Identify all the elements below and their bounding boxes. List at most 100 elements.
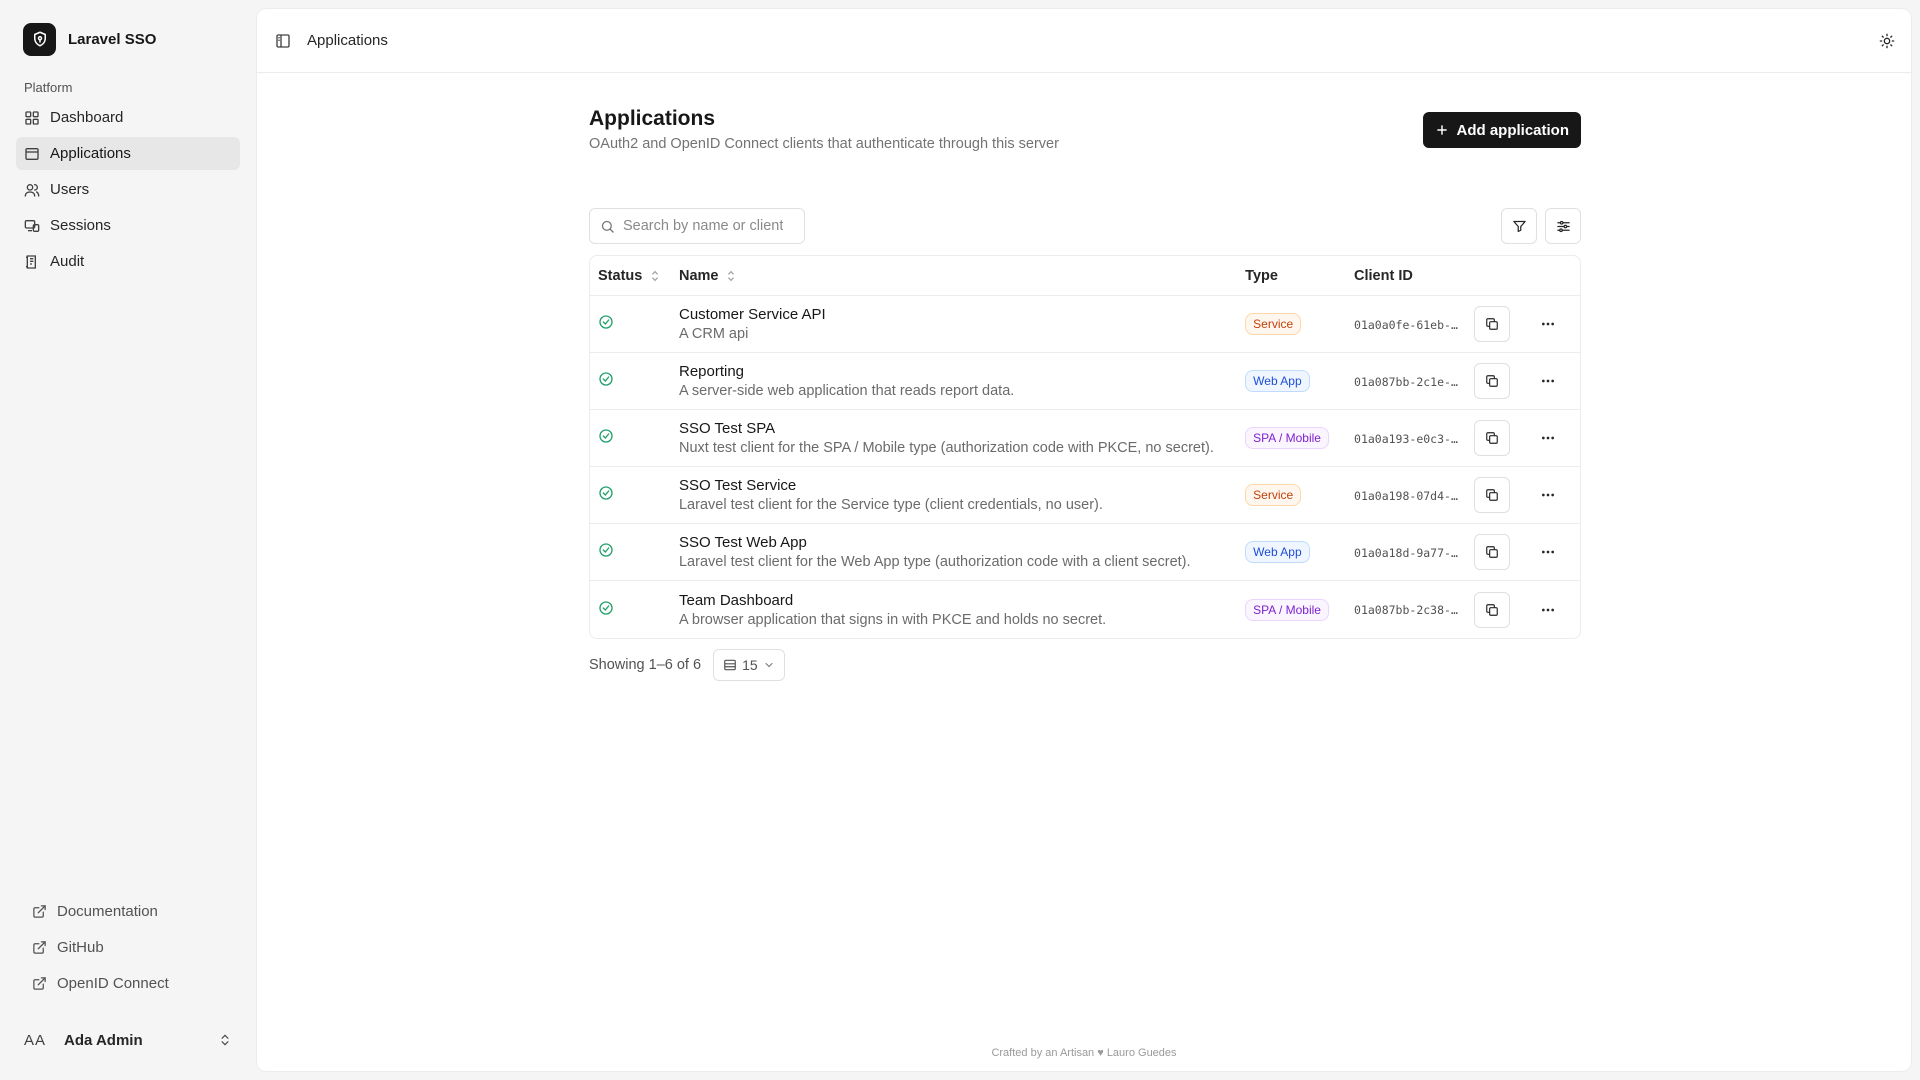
openid-connect-link[interactable]: OpenID Connect [16, 967, 240, 1000]
check-circle-icon [599, 315, 613, 329]
external-link-icon [33, 977, 46, 990]
type-badge: SPA / Mobile [1245, 427, 1329, 449]
actions-cell [1521, 524, 1580, 581]
copy-icon [1486, 546, 1498, 558]
search-input[interactable] [623, 218, 783, 234]
row-actions-button[interactable] [1530, 306, 1566, 342]
table-row[interactable]: SSO Test Service Laravel test client for… [590, 467, 1580, 524]
sidebar-item-applications[interactable]: Applications [16, 137, 240, 170]
users-icon [24, 183, 40, 197]
name-cell: SSO Test Service Laravel test client for… [670, 467, 1238, 524]
client-id-cell: 01a0a198-07d4-… [1346, 467, 1466, 524]
sliders-icon [1556, 220, 1570, 232]
sidebar-item-users[interactable]: Users [16, 173, 240, 206]
name-cell: Reporting A server-side web application … [670, 353, 1238, 410]
table-row[interactable]: Reporting A server-side web application … [590, 353, 1580, 410]
table-header-row: Status Name Type Client ID [590, 256, 1580, 296]
table-row[interactable]: Team Dashboard A browser application tha… [590, 581, 1580, 638]
row-actions-button[interactable] [1530, 363, 1566, 399]
application-name[interactable]: SSO Test Service [679, 477, 1229, 494]
add-application-button[interactable]: Add application [1422, 112, 1581, 148]
type-badge: Service [1245, 484, 1302, 506]
sidebar-item-dashboard[interactable]: Dashboard [16, 101, 240, 134]
application-description: A server-side web application that reads… [678, 383, 1015, 399]
application-description: Laravel test client for the Service type… [678, 497, 1103, 513]
sort-icon [652, 270, 659, 281]
more-horizontal-icon [1541, 608, 1554, 611]
copy-client-id-button[interactable] [1474, 306, 1510, 342]
application-name[interactable]: Customer Service API [679, 306, 1229, 323]
type-cell: Web App [1237, 524, 1347, 581]
more-horizontal-icon [1541, 550, 1554, 554]
client-id-cell: 01a0a193-e0c3-… [1346, 410, 1466, 467]
sidebar-toggle-button[interactable] [275, 33, 291, 49]
nav-group-label: Platform [24, 80, 73, 95]
breadcrumb: Applications [307, 32, 388, 49]
pagination-summary: Showing 1–6 of 6 [589, 657, 702, 673]
shield-logo-icon [23, 22, 56, 56]
copy-cell [1466, 296, 1522, 353]
sidebar-item-label: Users [50, 181, 90, 198]
github-link[interactable]: GitHub [16, 931, 240, 964]
brand[interactable]: Laravel SSO [16, 8, 240, 70]
view-options-button[interactable] [1545, 208, 1581, 244]
row-actions-button[interactable] [1530, 477, 1566, 513]
sort-icon [728, 270, 735, 281]
status-cell [590, 296, 671, 353]
application-name[interactable]: Team Dashboard [679, 592, 1229, 609]
application-name[interactable]: Reporting [679, 363, 1229, 380]
check-circle-icon [599, 600, 613, 615]
copy-client-id-button[interactable] [1474, 534, 1510, 570]
application-name[interactable]: SSO Test Web App [679, 534, 1229, 551]
row-actions-button[interactable] [1530, 592, 1566, 628]
sidebar-item-label: Applications [50, 145, 131, 162]
client-id-cell: 01a0a18d-9a77-… [1346, 524, 1466, 581]
copy-client-id-button[interactable] [1474, 363, 1510, 399]
client-id: 01a0a198-07d4-… [1354, 488, 1458, 503]
type-badge: Web App [1245, 541, 1310, 563]
name-cell: SSO Test Web App Laravel test client for… [670, 524, 1238, 581]
check-circle-icon [599, 486, 613, 500]
copy-cell [1466, 524, 1522, 581]
table-row[interactable]: SSO Test SPA Nuxt test client for the SP… [590, 410, 1580, 467]
more-horizontal-icon [1541, 493, 1554, 497]
actions-cell [1521, 467, 1580, 524]
pagination: Showing 1–6 of 6 15 [589, 649, 1581, 681]
status-column-header[interactable]: Status [590, 256, 671, 296]
check-circle-icon [599, 543, 613, 557]
app-window-icon [25, 147, 39, 160]
table-row[interactable]: SSO Test Web App Laravel test client for… [590, 524, 1580, 581]
type-cell: Service [1237, 296, 1347, 353]
toolbar-buttons [1501, 208, 1581, 244]
per-page-select[interactable]: 15 [713, 649, 785, 681]
footer-link-label: Documentation [57, 903, 158, 920]
footer-credit: Crafted by an Artisan ♥ Lauro Guedes [991, 1047, 1177, 1059]
sidebar-item-label: Dashboard [50, 109, 124, 126]
actions-cell [1521, 410, 1580, 467]
row-actions-button[interactable] [1530, 420, 1566, 456]
application-description: A CRM api [678, 326, 749, 342]
status-cell [590, 524, 671, 581]
documentation-link[interactable]: Documentation [16, 895, 240, 928]
copy-cell [1466, 581, 1522, 638]
client-id: 01a087bb-2c1e-… [1354, 374, 1458, 389]
search-box[interactable] [589, 208, 805, 244]
application-name[interactable]: SSO Test SPA [679, 420, 1229, 437]
client-id-cell: 01a0a0fe-61eb-… [1346, 296, 1466, 353]
copy-icon [1486, 375, 1498, 387]
theme-toggle-button[interactable] [1879, 33, 1895, 49]
footer-link-label: OpenID Connect [57, 975, 169, 992]
content: Applications OAuth2 and OpenID Connect c… [589, 73, 1581, 681]
row-actions-button[interactable] [1530, 534, 1566, 570]
filter-button[interactable] [1501, 208, 1537, 244]
client-id-cell: 01a087bb-2c38-… [1346, 581, 1466, 638]
name-column-header[interactable]: Name [670, 256, 1238, 296]
table-row[interactable]: Customer Service API A CRM api Service 0… [590, 296, 1580, 353]
name-cell: Customer Service API A CRM api [670, 296, 1238, 353]
copy-client-id-button[interactable] [1474, 591, 1510, 628]
user-menu[interactable]: AA Ada Admin [16, 1022, 240, 1058]
copy-client-id-button[interactable] [1474, 420, 1510, 456]
sidebar-item-audit[interactable]: Audit [16, 245, 240, 278]
copy-client-id-button[interactable] [1474, 477, 1510, 513]
sidebar-item-sessions[interactable]: Sessions [16, 209, 240, 242]
